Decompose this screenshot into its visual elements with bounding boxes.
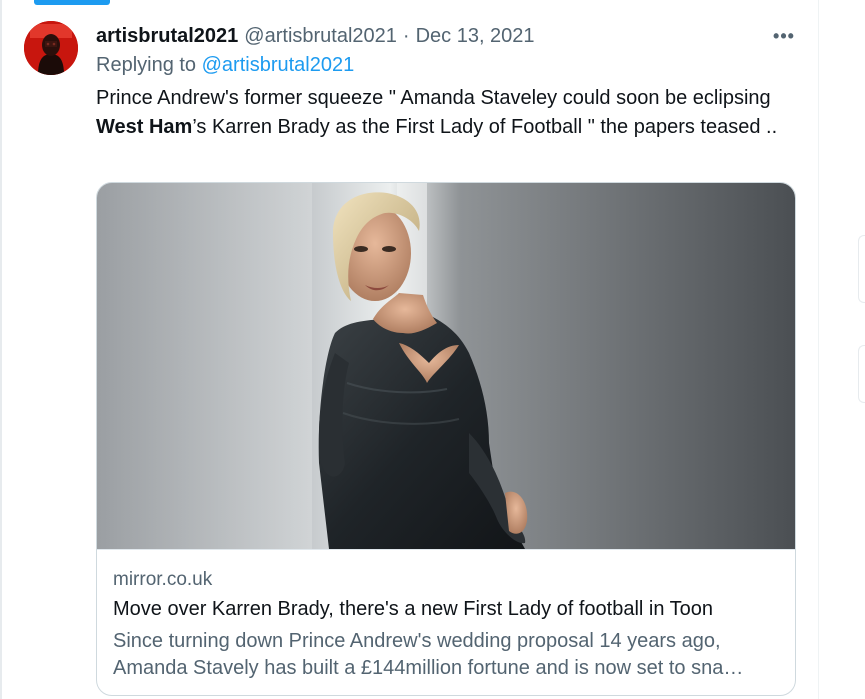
column-left-border [0,0,2,699]
photo-of-woman [97,183,795,549]
tweet-text-part: Prince Andrew's former squeeze " Amanda … [96,87,771,109]
more-horizontal-icon: ••• [773,25,795,46]
link-preview-card[interactable]: mirror.co.uk Move over Karren Brady, the… [96,182,796,696]
display-name[interactable]: artisbrutal2021 [96,25,238,48]
avatar-image [24,21,78,75]
tweet-text-part: ’s Karren Brady as the First Lady of Foo… [192,116,778,138]
tweet-text: Prince Andrew's former squeeze " Amanda … [96,84,796,142]
card-divider [97,549,795,550]
tweet-text-bold: West Ham [96,116,193,138]
user-handle[interactable]: @artisbrutal2021 [244,25,397,48]
card-title: Move over Karren Brady, there's a new Fi… [113,598,714,620]
card-description-line: Amanda Stavely has built a £144million f… [113,657,744,679]
tweet-header: artisbrutal2021 @artisbrutal2021 · Dec 1… [96,23,535,49]
sidebar-card-edge [858,235,865,303]
replying-to-line: Replying to @artisbrutal2021 [96,54,354,77]
replying-to-link[interactable]: @artisbrutal2021 [202,54,355,76]
more-options-button[interactable]: ••• [770,25,798,47]
card-domain: mirror.co.uk [113,569,213,590]
card-description-line: Since turning down Prince Andrew's weddi… [113,630,721,652]
avatar[interactable] [24,21,78,75]
active-tab-indicator [34,0,110,5]
link-preview-image [97,183,795,549]
header-separator: · [402,24,410,47]
tweet-timestamp[interactable]: Dec 13, 2021 [416,25,535,48]
card-description: Since turning down Prince Andrew's weddi… [113,628,779,682]
column-right-border [818,0,819,699]
sidebar-card-edge [858,345,865,403]
replying-to-label: Replying to [96,54,197,76]
